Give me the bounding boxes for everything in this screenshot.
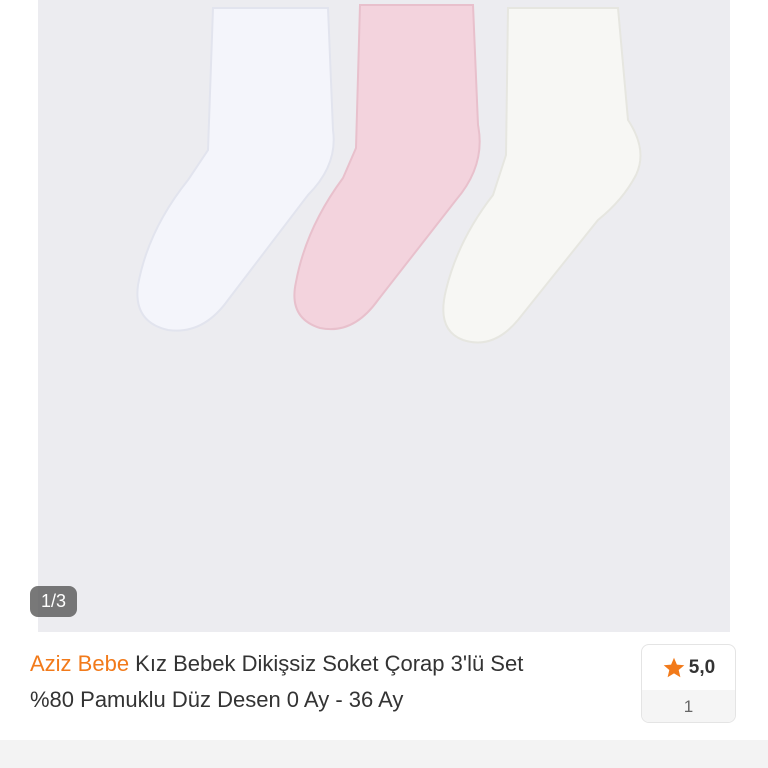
socks-illustration xyxy=(136,4,642,344)
image-counter: 1/3 xyxy=(30,586,77,617)
product-name-line2: %80 Pamuklu Düz Desen 0 Ay - 36 Ay xyxy=(30,687,404,712)
rating-box[interactable]: 5,0 1 xyxy=(641,644,736,723)
star-icon xyxy=(662,656,686,680)
product-name-line1: Kız Bebek Dikişsiz Soket Çorap 3'lü Set xyxy=(129,651,524,676)
product-image-gallery[interactable]: 1/3 xyxy=(0,0,768,632)
brand-name[interactable]: Aziz Bebe xyxy=(30,651,129,676)
product-title: Aziz Bebe Kız Bebek Dikişsiz Soket Çorap… xyxy=(30,646,630,718)
rating-summary: 5,0 xyxy=(642,645,735,690)
rating-value: 5,0 xyxy=(688,656,716,678)
section-divider xyxy=(0,740,768,768)
product-photo[interactable] xyxy=(38,0,730,632)
rating-count: 1 xyxy=(642,690,735,722)
